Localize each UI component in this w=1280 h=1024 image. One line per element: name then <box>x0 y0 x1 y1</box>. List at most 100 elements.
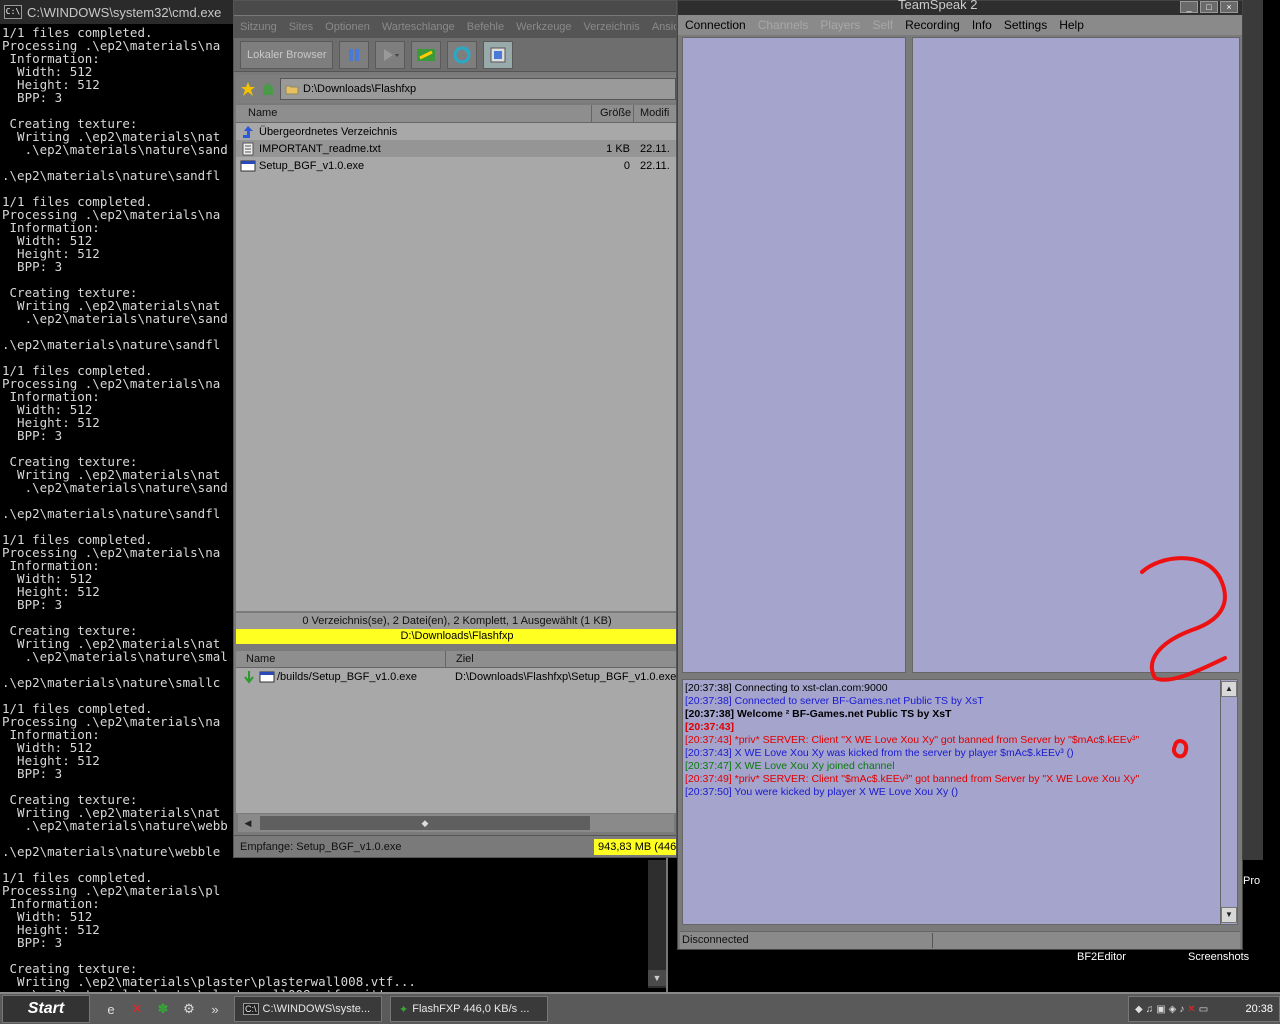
file-name: IMPORTANT_readme.txt <box>259 142 381 155</box>
background-window-edge <box>1243 0 1263 860</box>
desktop-icon-label-pro[interactable]: Pro <box>1243 875 1260 887</box>
flashfxp-statusbar: Empfange: Setup_BGF_v1.0.exe 943,83 MB (… <box>234 835 676 857</box>
file-date: 22.11. <box>640 159 670 172</box>
flashfxp-menu-befehle[interactable]: Befehle <box>467 21 504 33</box>
file-row[interactable]: Setup_BGF_v1.0.exe 0 22.11. <box>236 157 676 174</box>
queue-column-name[interactable]: Name <box>236 651 446 667</box>
scroll-thumb[interactable]: ◆ <box>260 816 590 830</box>
teamspeak-menu-help[interactable]: Help <box>1059 18 1084 32</box>
scroll-down-arrow-icon[interactable]: ▼ <box>1221 907 1237 923</box>
taskbar-button-flashfxp-label: FlashFXP 446,0 KB/s ... <box>412 1003 530 1015</box>
flashfxp-menu-verzeichnis[interactable]: Verzeichnis <box>584 21 640 33</box>
cross-app-icon[interactable]: ✕ <box>126 998 148 1020</box>
teamspeak-menu-self[interactable]: Self <box>872 18 893 32</box>
channel-tree[interactable] <box>682 37 906 673</box>
exe-file-icon <box>240 160 256 171</box>
parent-dir-icon <box>243 125 253 138</box>
flashfxp-menu-sites[interactable]: Sites <box>289 21 313 33</box>
exe-file-icon <box>259 671 275 683</box>
current-path-status: D:\Downloads\Flashfxp <box>236 629 676 644</box>
file-rows: Übergeordnetes Verzeichnis IMPORTANT_read… <box>236 123 676 174</box>
file-list[interactable]: Name Größe Modifi Übergeordnetes Verzeic… <box>236 105 676 611</box>
path-text: D:\Downloads\Flashfxp <box>303 83 417 95</box>
maximize-icon[interactable]: □ <box>1200 1 1218 13</box>
connection-status: Disconnected <box>682 934 749 946</box>
teamspeak-menu-info[interactable]: Info <box>972 18 992 32</box>
go-up-icon[interactable] <box>260 81 276 97</box>
quick-launch: e ✕ ✽ ⚙ » <box>100 998 226 1020</box>
path-input[interactable]: D:\Downloads\Flashfxp <box>280 78 676 100</box>
transfer-speed: 943,83 MB (446 <box>594 839 676 855</box>
tray-monitor-icon[interactable]: ▭ <box>1199 1004 1208 1015</box>
transfer-queue[interactable]: Name Ziel /builds/Setup_BGF_v1.0.exe D:\… <box>236 651 676 813</box>
internet-explorer-icon[interactable]: e <box>100 998 122 1020</box>
site-manager-button[interactable] <box>483 40 514 69</box>
scroll-left-arrow-icon[interactable]: ◀ <box>240 816 256 830</box>
pause-icon <box>349 48 360 61</box>
start-button[interactable]: Start <box>2 995 90 1023</box>
queue-horizontal-scrollbar[interactable]: ◀ ◆ <box>238 814 674 832</box>
red-handwritten-annotation <box>1140 556 1227 759</box>
tray-arrow-icon[interactable]: ◆ <box>1135 1004 1143 1015</box>
file-size: 1 KB <box>606 142 630 155</box>
pause-button[interactable] <box>339 40 370 69</box>
column-header-name[interactable]: Name <box>236 105 592 122</box>
more-chevron-icon[interactable]: » <box>204 998 226 1020</box>
minimize-icon[interactable]: _ <box>1180 1 1198 13</box>
flashfxp-menu-ansich[interactable]: Ansich <box>652 21 676 33</box>
queue-item-name: /builds/Setup_BGF_v1.0.exe <box>277 671 418 683</box>
file-date: 22.11. <box>640 142 670 155</box>
file-row[interactable]: Übergeordnetes Verzeichnis <box>236 123 676 140</box>
queue-row[interactable]: /builds/Setup_BGF_v1.0.exe D:\Downloads\… <box>236 668 676 686</box>
folder-icon <box>285 85 299 95</box>
refresh-button[interactable] <box>447 40 478 69</box>
flashfxp-menu-warteschlange[interactable]: Warteschlange <box>382 21 455 33</box>
statusbar-divider <box>932 933 933 948</box>
desktop-icon-label-bf2editor[interactable]: BF2Editor <box>1077 951 1126 963</box>
flashfxp-menu-werkzeuge[interactable]: Werkzeuge <box>516 21 571 33</box>
queue-column-target[interactable]: Ziel <box>446 651 676 667</box>
teamspeak-menu-settings[interactable]: Settings <box>1004 18 1047 32</box>
leaf-app-icon[interactable]: ✽ <box>152 998 174 1020</box>
taskbar-button-cmd[interactable]: C:\ C:\WINDOWS\syste... <box>234 996 382 1022</box>
teamspeak-menubar: Connection Channels Players Self Recording In… <box>678 15 1242 35</box>
play-button[interactable] <box>375 40 406 69</box>
cmd-icon: C:\ <box>243 1003 259 1015</box>
close-icon[interactable]: × <box>1220 1 1238 13</box>
teamspeak-menu-recording[interactable]: Recording <box>905 18 960 32</box>
scroll-down-arrow-icon[interactable]: ▼ <box>648 970 666 986</box>
tray-network-icon[interactable]: ▣ <box>1156 1004 1165 1015</box>
settings-app-icon[interactable]: ⚙ <box>178 998 200 1020</box>
flashfxp-window[interactable]: Sitzung Sites Optionen Warteschlange Befehle… <box>233 0 677 858</box>
flashfxp-menu-sitzung[interactable]: Sitzung <box>240 21 277 33</box>
tray-app-icon[interactable]: ◈ <box>1169 1004 1177 1015</box>
column-header-modified[interactable]: Modifi <box>634 105 676 122</box>
column-header-size[interactable]: Größe <box>592 105 634 122</box>
flashfxp-titlebar[interactable] <box>234 1 676 15</box>
tray-alert-icon[interactable]: ✕ <box>1187 1004 1195 1015</box>
tray-volume-icon[interactable]: ♪ <box>1179 1004 1184 1015</box>
teamspeak-menu-channels[interactable]: Channels <box>758 18 809 32</box>
taskbar-button-flashfxp[interactable]: ✦ FlashFXP 446,0 KB/s ... <box>390 996 548 1022</box>
teamspeak-menu-connection[interactable]: Connection <box>685 18 746 32</box>
transfer-button[interactable] <box>411 40 442 69</box>
teamspeak-statusbar: Disconnected <box>680 931 1240 949</box>
teamspeak-window[interactable]: TeamSpeak 2 _ □ × Connection Channels Play… <box>677 0 1243 950</box>
file-size: 0 <box>623 159 630 172</box>
file-name: Setup_BGF_v1.0.exe <box>259 159 365 172</box>
local-browser-button[interactable]: Lokaler Browser <box>240 40 334 69</box>
clock: 20:38 <box>1245 1003 1273 1015</box>
desktop-icon-label-screenshots[interactable]: Screenshots <box>1188 951 1249 963</box>
taskbar-button-cmd-label: C:\WINDOWS\syste... <box>262 1003 371 1015</box>
queue-header: Name Ziel <box>236 651 676 668</box>
teamspeak-menu-players[interactable]: Players <box>820 18 860 32</box>
cmd-scrollbar[interactable]: ▼ <box>648 860 666 988</box>
tray-headset-icon[interactable]: ♫ <box>1146 1004 1154 1015</box>
teamspeak-titlebar[interactable]: TeamSpeak 2 _ □ × <box>678 0 1242 15</box>
transfer-icon <box>417 48 436 61</box>
play-icon <box>384 48 400 61</box>
file-row[interactable]: IMPORTANT_readme.txt 1 KB 22.11. <box>236 140 676 157</box>
favorites-star-icon[interactable] <box>240 81 256 97</box>
flashfxp-menu-optionen[interactable]: Optionen <box>325 21 370 33</box>
flashfxp-toolbar: Lokaler Browser <box>234 38 676 72</box>
